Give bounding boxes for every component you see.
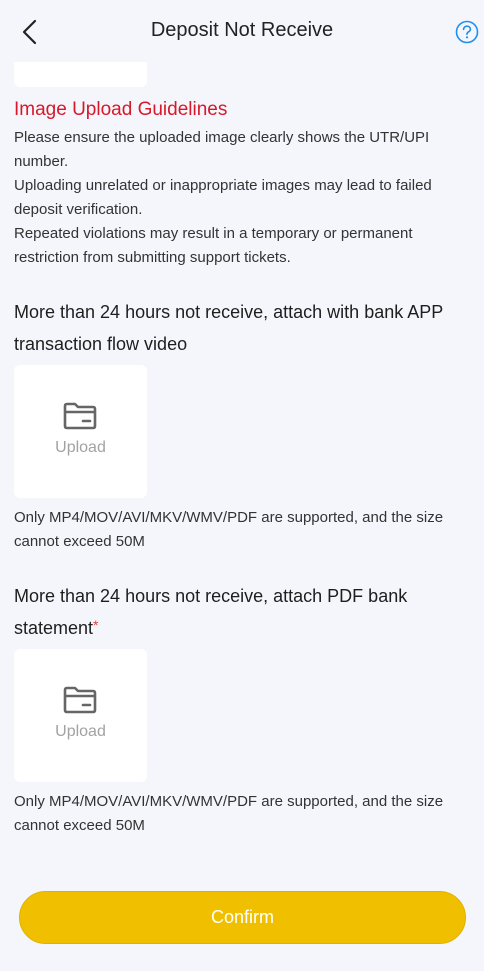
- statement-section-title: More than 24 hours not receive, attach P…: [14, 580, 474, 644]
- question-circle-icon: [455, 20, 479, 44]
- folder-icon: [63, 686, 97, 714]
- statement-section-title-text: More than 24 hours not receive, attach P…: [14, 586, 408, 638]
- upload-label: Upload: [55, 439, 106, 456]
- guidelines-title: Image Upload Guidelines: [14, 99, 228, 120]
- help-button[interactable]: [455, 20, 479, 44]
- video-upload-hint: Only MP4/MOV/AVI/MKV/WMV/PDF are support…: [14, 509, 444, 550]
- page-title: Deposit Not Receive: [150, 19, 334, 41]
- header-bar: Deposit Not Receive: [0, 0, 484, 62]
- confirm-button[interactable]: Confirm: [19, 891, 466, 944]
- guideline-line: Please ensure the uploaded image clearly…: [14, 129, 430, 170]
- guidelines-text: Please ensure the uploaded image clearly…: [14, 126, 469, 270]
- folder-icon: [63, 402, 97, 430]
- upload-label: Upload: [55, 723, 106, 740]
- required-asterisk: *: [93, 617, 99, 633]
- video-section-title: More than 24 hours not receive, attach w…: [14, 296, 474, 360]
- video-section-title-text: More than 24 hours not receive, attach w…: [14, 302, 443, 354]
- guideline-line: Uploading unrelated or inappropriate ima…: [14, 177, 432, 218]
- statement-upload-button[interactable]: Upload: [14, 649, 147, 782]
- statement-upload-hint: Only MP4/MOV/AVI/MKV/WMV/PDF are support…: [14, 793, 444, 834]
- guideline-line: Repeated violations may result in a temp…: [14, 225, 413, 266]
- video-upload-button[interactable]: Upload: [14, 365, 147, 498]
